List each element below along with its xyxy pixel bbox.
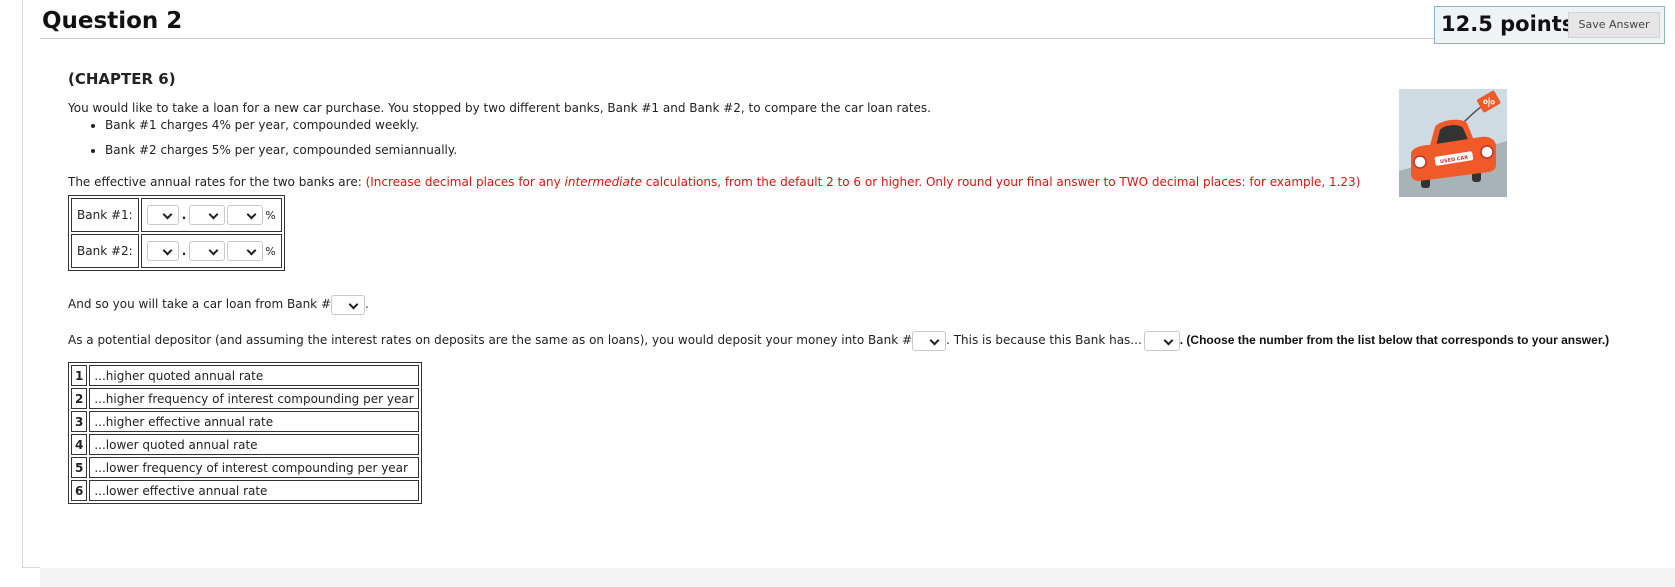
bank-rate-list: Bank #1 charges 4% per year, compounded … bbox=[68, 118, 457, 168]
points-value: 12.5 points bbox=[1441, 12, 1575, 36]
percent-sign: % bbox=[265, 208, 276, 222]
bank-rate-item: Bank #2 charges 5% per year, compounded … bbox=[105, 143, 457, 157]
page-left-rule bbox=[22, 0, 23, 568]
rate-row-bank-1: Bank #1: .% bbox=[71, 198, 282, 232]
page-bottom-shade bbox=[40, 568, 1675, 587]
choice-text: ...higher frequency of interest compound… bbox=[89, 388, 419, 409]
choice-text: ...lower effective annual rate bbox=[89, 480, 419, 501]
rate-label: Bank #1: bbox=[71, 198, 139, 232]
bank2-decimal1-select[interactable] bbox=[189, 241, 226, 261]
bank1-integer-select[interactable] bbox=[146, 205, 179, 225]
choice-number: 6 bbox=[71, 480, 88, 501]
page-bottom-rule bbox=[22, 567, 40, 568]
choice-number: 1 bbox=[71, 365, 88, 386]
rate-inputs: .% bbox=[140, 198, 282, 232]
choice-number: 2 bbox=[71, 388, 88, 409]
choice-row: 2 ...higher frequency of interest compoun… bbox=[71, 388, 419, 409]
choice-text: ...lower frequency of interest compoundi… bbox=[89, 457, 419, 478]
rounding-instruction: (Increase decimal places for any interme… bbox=[365, 175, 1361, 189]
choice-text: ...higher effective annual rate bbox=[89, 411, 419, 432]
decimal-point: . bbox=[181, 208, 187, 222]
percent-sign: % bbox=[265, 244, 276, 258]
save-answer-button[interactable]: Save Answer bbox=[1568, 12, 1660, 38]
choice-number: 3 bbox=[71, 411, 88, 432]
used-car-illustration: % USED CAR bbox=[1399, 89, 1507, 197]
deposit-choice-sentence: As a potential depositor (and assuming t… bbox=[68, 329, 1609, 351]
choice-text: ...higher quoted annual rate bbox=[89, 365, 419, 386]
choice-row: 6 ...lower effective annual rate bbox=[71, 480, 419, 501]
question-header: Question 2 12.5 points Save Answer bbox=[40, 0, 1665, 44]
rounding-instruction-emphasis: intermediate bbox=[564, 175, 642, 189]
rate-label: Bank #2: bbox=[71, 234, 139, 268]
bank1-decimal2-select[interactable] bbox=[227, 205, 264, 225]
reason-choices-table: 1 ...higher quoted annual rate 2 ...higher… bbox=[68, 362, 422, 504]
loan-bank-select[interactable] bbox=[331, 294, 365, 315]
loan-choice-sentence: And so you will take a car loan from Ban… bbox=[68, 293, 369, 315]
effective-rate-table: Bank #1: .% Bank #2: .% bbox=[68, 195, 285, 271]
bank1-decimal1-select[interactable] bbox=[189, 205, 226, 225]
bank-rate-item: Bank #1 charges 4% per year, compounded … bbox=[105, 118, 457, 132]
effective-rate-prompt: The effective annual rates for the two b… bbox=[68, 175, 1360, 189]
bank2-decimal2-select[interactable] bbox=[227, 241, 264, 261]
choice-text: ...lower quoted annual rate bbox=[89, 434, 419, 455]
question-intro: You would like to take a loan for a new … bbox=[68, 101, 931, 115]
deposit-reason-select[interactable] bbox=[1143, 330, 1180, 351]
deposit-bank-select[interactable] bbox=[912, 330, 947, 351]
choice-row: 4 ...lower quoted annual rate bbox=[71, 434, 419, 455]
effective-rate-lead: The effective annual rates for the two b… bbox=[68, 175, 366, 189]
choice-number: 5 bbox=[71, 457, 88, 478]
choice-row: 1 ...higher quoted annual rate bbox=[71, 365, 419, 386]
rate-inputs: .% bbox=[140, 234, 282, 268]
choice-instruction: . (Choose the number from the list below… bbox=[1179, 333, 1610, 347]
decimal-point: . bbox=[181, 244, 187, 258]
chapter-heading: (CHAPTER 6) bbox=[68, 70, 176, 88]
question-title: Question 2 bbox=[42, 8, 183, 34]
points-box: 12.5 points Save Answer bbox=[1434, 6, 1665, 44]
choice-row: 3 ...higher effective annual rate bbox=[71, 411, 419, 432]
bank2-integer-select[interactable] bbox=[146, 241, 179, 261]
choice-row: 5 ...lower frequency of interest compound… bbox=[71, 457, 419, 478]
choice-number: 4 bbox=[71, 434, 88, 455]
rate-row-bank-2: Bank #2: .% bbox=[71, 234, 282, 268]
